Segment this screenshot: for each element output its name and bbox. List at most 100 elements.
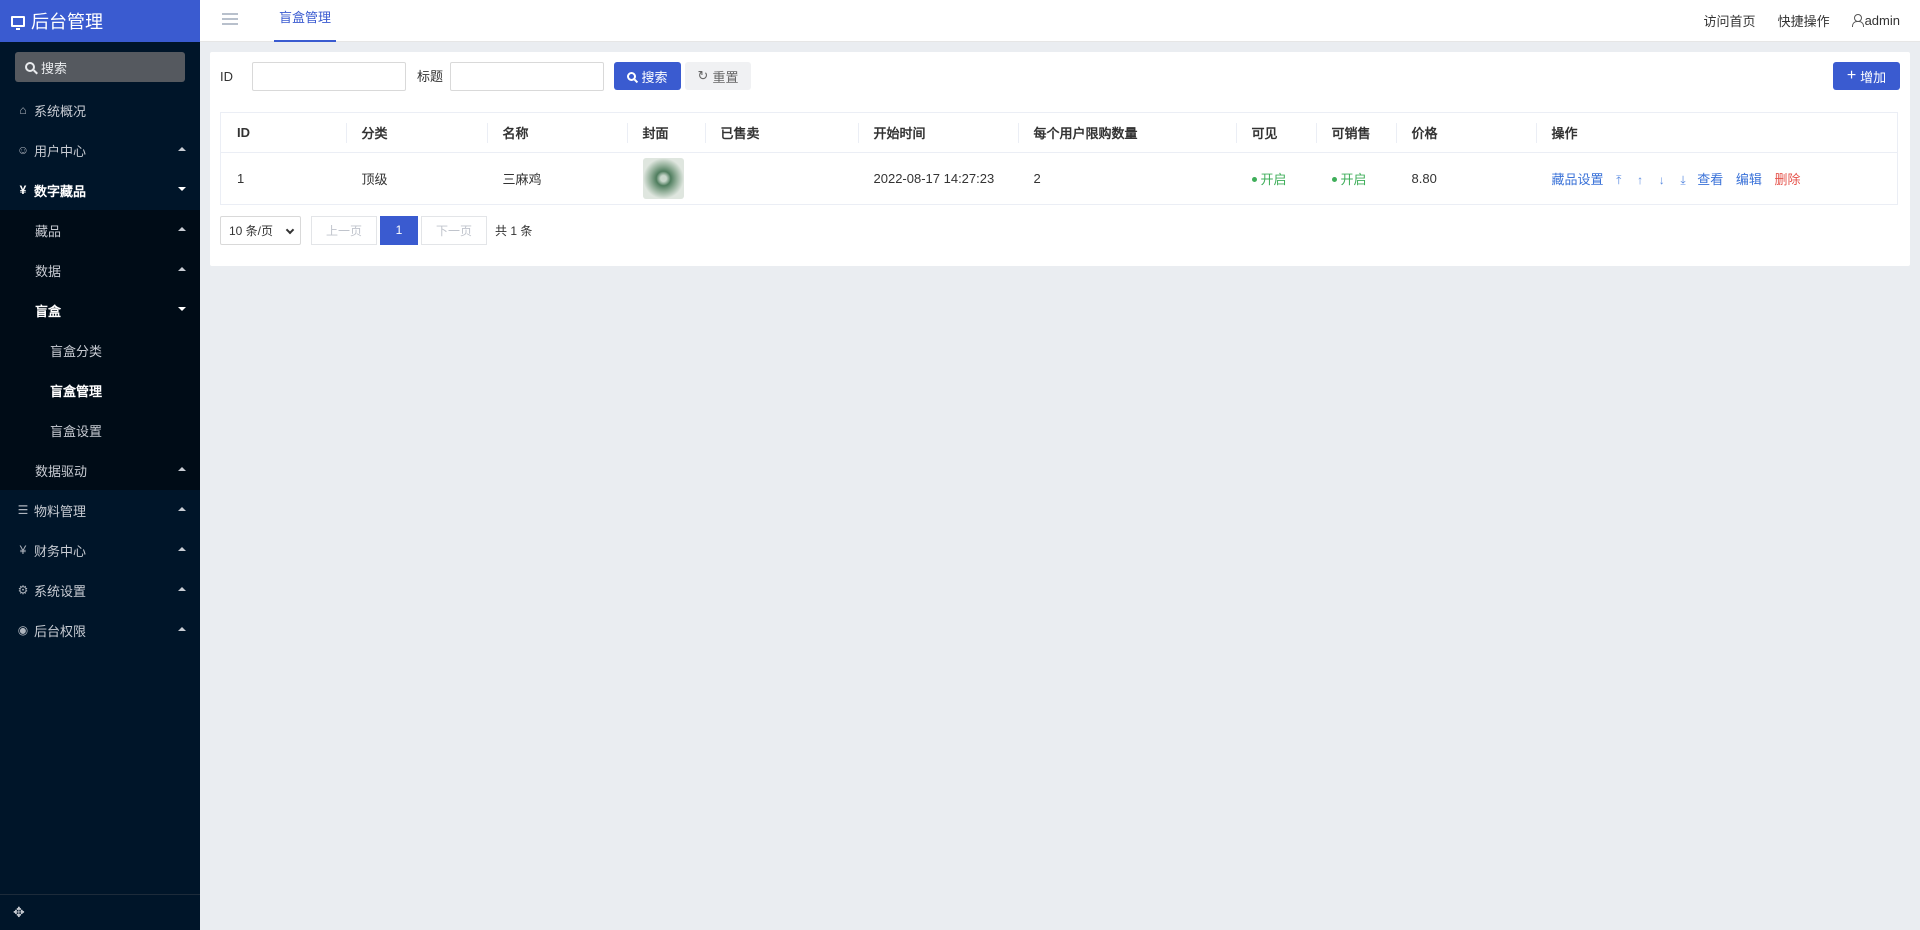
saleable-status[interactable]: 开启	[1332, 172, 1367, 187]
brand-title: 后台管理	[31, 12, 103, 32]
chevron-down-icon	[178, 187, 186, 191]
sidebar-item-label: 数据驱动	[35, 463, 88, 479]
sidebar-item-blind-box-settings[interactable]: 盲盒设置	[0, 410, 200, 450]
submenu-digital-collection: 藏品 数据 盲盒 盲盒分类 盲盒管理 盲盒设置 数据驱动	[0, 210, 200, 490]
move-icon[interactable]: ✥	[13, 904, 25, 921]
yen-icon: ¥	[19, 543, 27, 557]
monitor-icon	[11, 15, 25, 30]
page-size-select[interactable]: 10 条/页	[220, 215, 301, 245]
gear-icon: ⚙	[17, 583, 29, 597]
move-down-icon[interactable]: ↓	[1659, 173, 1665, 187]
sidebar-item-blind-box-category[interactable]: 盲盒分类	[0, 330, 200, 370]
cell-category: 顶级	[345, 152, 487, 205]
chevron-up-icon	[178, 267, 186, 271]
header-actions: 访问首页 快捷操作 admin	[1682, 0, 1900, 40]
cell-cover	[626, 152, 705, 205]
sidebar-item-label: 后台权限	[34, 623, 87, 639]
col-limit: 每个用户限购数量	[1017, 112, 1236, 153]
cell-start-time: 2022-08-17 14:27:23	[857, 152, 1018, 205]
sidebar-item-collection[interactable]: 藏品	[0, 210, 200, 250]
main-panel: ID 标题 搜索 ↻ 重置 + 增加 ID 分类 名称 封面 已售卖 开始时间 …	[210, 52, 1910, 266]
brand[interactable]: 后台管理	[0, 0, 200, 42]
total-count: 共 1 条	[495, 223, 533, 238]
sidebar-item-data-driver[interactable]: 数据驱动	[0, 450, 200, 490]
sidebar-menu: ⌂ 系统概况 ☺ 用户中心 ¥ 数字藏品 藏品 数据 盲盒 盲盒分类 盲盒管理 …	[0, 90, 200, 650]
chevron-up-icon	[178, 147, 186, 151]
sidebar-item-overview[interactable]: ⌂ 系统概况	[0, 90, 200, 130]
move-top-icon[interactable]: ⤒	[1616, 173, 1621, 187]
title-filter-input[interactable]	[450, 62, 604, 91]
delete-link[interactable]: 删除	[1775, 172, 1801, 187]
chevron-down-icon	[285, 225, 295, 234]
prev-page-button[interactable]: 上一页	[311, 215, 377, 245]
sidebar-item-user-center[interactable]: ☺ 用户中心	[0, 130, 200, 170]
blind-box-table: ID 分类 名称 封面 已售卖 开始时间 每个用户限购数量 可见 可销售 价格 …	[220, 112, 1898, 205]
sidebar-item-label: 数据	[35, 263, 62, 279]
col-price: 价格	[1395, 112, 1536, 153]
plus-icon: +	[1846, 67, 1857, 84]
visible-status[interactable]: 开启	[1252, 172, 1287, 187]
move-bottom-icon[interactable]: ⤓	[1680, 173, 1685, 187]
sidebar-item-label: 系统概况	[34, 103, 87, 119]
col-cover: 封面	[626, 112, 705, 153]
sidebar-item-permissions[interactable]: ◉ 后台权限	[0, 610, 200, 650]
user-circle-icon: ◉	[17, 623, 29, 637]
reset-button-label: 重置	[712, 69, 739, 85]
search-icon	[627, 71, 637, 81]
search-button-label: 搜索	[641, 69, 668, 85]
sidebar-footer: ✥	[0, 894, 200, 930]
page-size-value: 10 条/页	[229, 223, 274, 238]
tab-blind-box-manage[interactable]: 盲盒管理	[274, 0, 336, 42]
list-icon: ☰	[17, 503, 29, 517]
sidebar-item-blind-box-manage[interactable]: 盲盒管理	[0, 370, 200, 410]
chevron-up-icon	[178, 547, 186, 551]
user-menu[interactable]: admin	[1851, 13, 1900, 28]
user-icon	[1851, 13, 1864, 27]
cover-thumbnail[interactable]	[642, 158, 684, 199]
next-page-button[interactable]: 下一页	[421, 215, 487, 245]
chevron-up-icon	[178, 467, 186, 471]
add-button-label: 增加	[1860, 69, 1887, 85]
menu-toggle-icon[interactable]	[222, 13, 238, 26]
table-header-row: ID 分类 名称 封面 已售卖 开始时间 每个用户限购数量 可见 可销售 价格 …	[220, 112, 1898, 153]
reset-button[interactable]: ↻ 重置	[685, 62, 751, 90]
chevron-up-icon	[178, 227, 186, 231]
sidebar: 后台管理 搜索 ⌂ 系统概况 ☺ 用户中心 ¥ 数字藏品 藏品 数据 盲盒 盲盒…	[0, 0, 200, 930]
sidebar-item-data[interactable]: 数据	[0, 250, 200, 290]
sidebar-item-label: 用户中心	[34, 143, 87, 159]
collection-settings-link[interactable]: 藏品设置	[1552, 172, 1604, 187]
id-filter-input[interactable]	[252, 62, 406, 91]
sidebar-item-label: 盲盒分类	[50, 343, 103, 359]
visit-home-link[interactable]: 访问首页	[1704, 11, 1756, 30]
edit-link[interactable]: 编辑	[1736, 172, 1762, 187]
table-row: 1 顶级 三麻鸡 2022-08-17 14:27:23 2 开启 开启 8.8…	[220, 152, 1898, 205]
search-button[interactable]: 搜索	[614, 62, 681, 90]
view-link[interactable]: 查看	[1697, 172, 1723, 187]
sidebar-item-label: 物料管理	[34, 503, 87, 519]
sidebar-item-digital-collection[interactable]: ¥ 数字藏品	[0, 170, 200, 210]
col-category: 分类	[345, 112, 487, 153]
chevron-up-icon	[178, 587, 186, 591]
sidebar-search-placeholder: 搜索	[41, 60, 68, 76]
title-filter-label: 标题	[417, 69, 444, 84]
add-button[interactable]: + 增加	[1833, 62, 1900, 90]
cell-visible: 开启	[1235, 152, 1316, 205]
sidebar-item-materials[interactable]: ☰ 物料管理	[0, 490, 200, 530]
col-id[interactable]: ID	[220, 112, 346, 153]
cell-limit: 2	[1017, 152, 1236, 205]
page-1-button[interactable]: 1	[380, 215, 418, 245]
col-visible: 可见	[1235, 112, 1316, 153]
col-saleable: 可销售	[1315, 112, 1396, 153]
sidebar-item-blind-box[interactable]: 盲盒	[0, 290, 200, 330]
cell-saleable: 开启	[1315, 152, 1396, 205]
yen-icon: ¥	[19, 183, 27, 197]
sidebar-item-finance[interactable]: ¥ 财务中心	[0, 530, 200, 570]
move-up-icon[interactable]: ↑	[1637, 173, 1643, 187]
col-sold: 已售卖	[704, 112, 858, 153]
cell-sold	[704, 152, 858, 205]
sidebar-search[interactable]: 搜索	[15, 52, 185, 82]
quick-actions-link[interactable]: 快捷操作	[1778, 11, 1830, 30]
cell-name: 三麻鸡	[486, 152, 627, 205]
sidebar-item-system-settings[interactable]: ⚙ 系统设置	[0, 570, 200, 610]
sidebar-item-label: 盲盒	[35, 303, 62, 319]
